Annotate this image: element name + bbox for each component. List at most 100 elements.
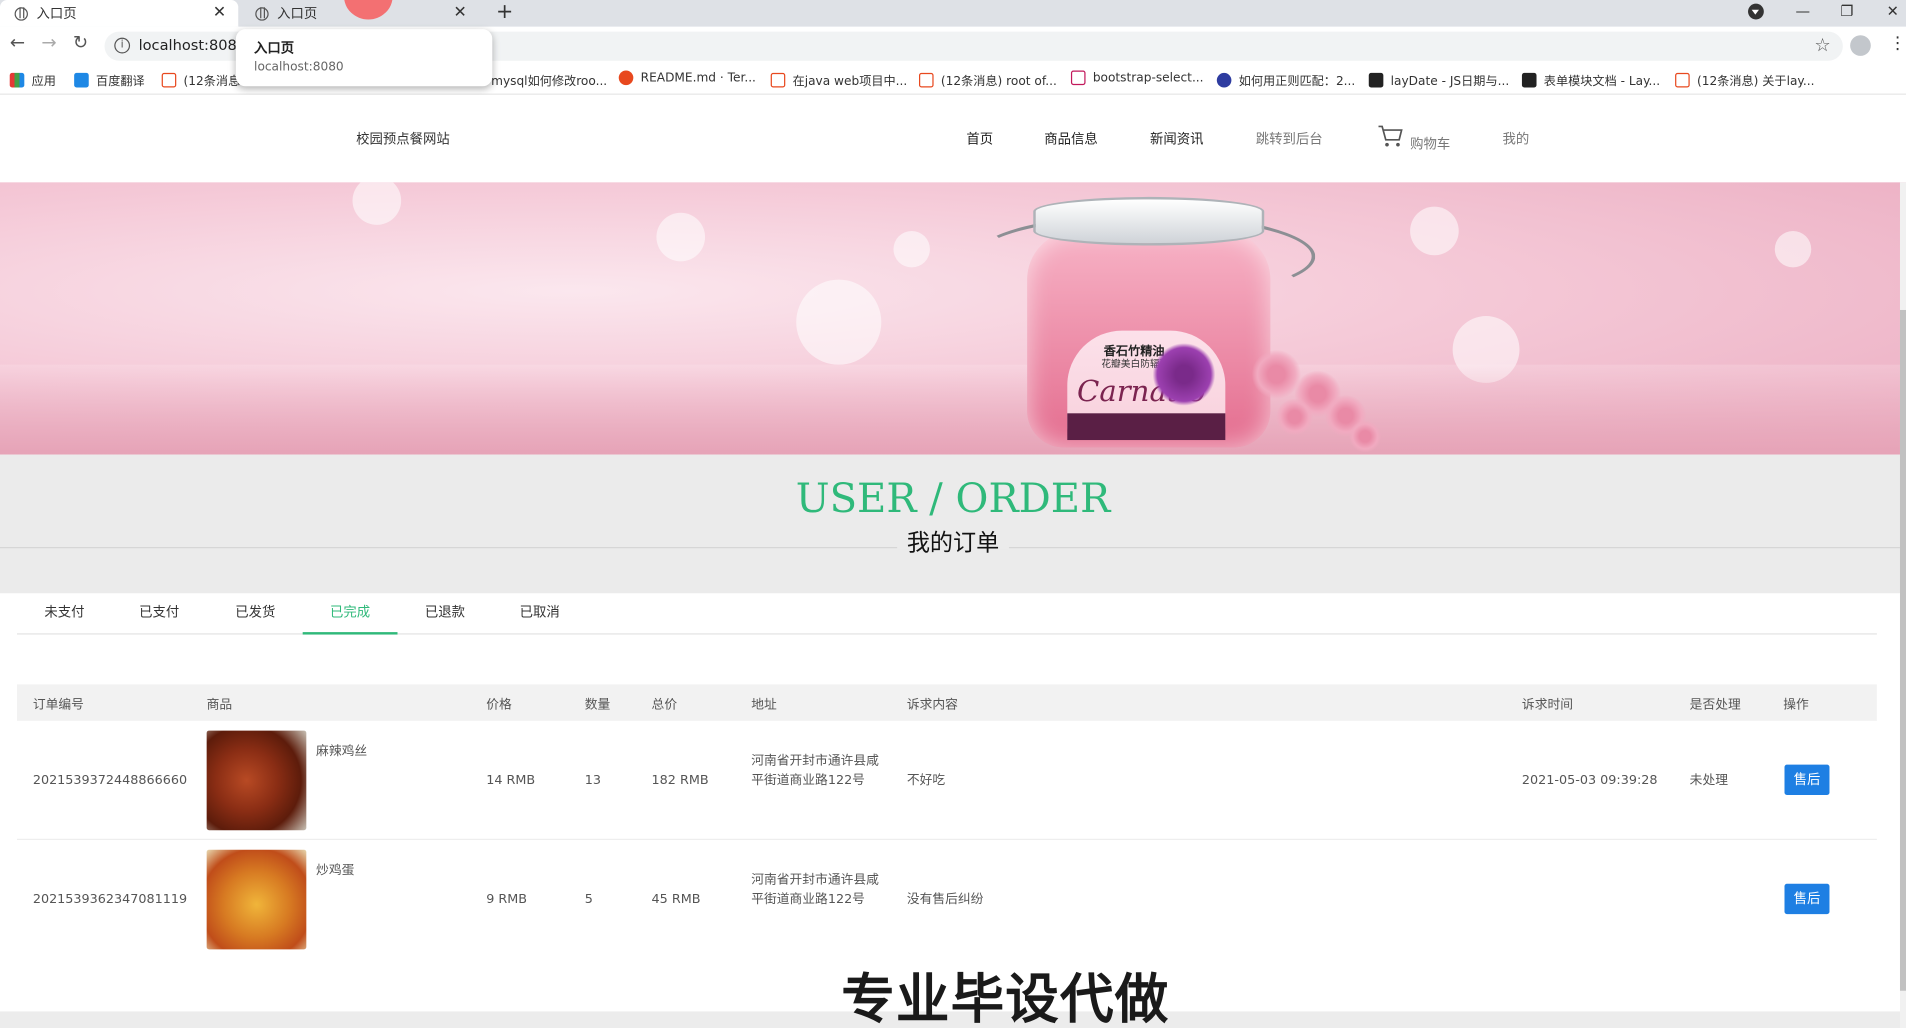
- close-tab-icon[interactable]: ✕: [213, 4, 226, 22]
- complaint: 没有售后纠纷: [906, 892, 984, 907]
- bookmark-label: 应用: [31, 75, 56, 89]
- bookmark-label: (12条消息: [183, 75, 241, 89]
- close-window-button[interactable]: ✕: [1887, 0, 1899, 22]
- bookmark-item[interactable]: (12条消息) root of...: [918, 71, 1057, 89]
- quantity: 13: [584, 773, 601, 788]
- rose-flower: [1276, 398, 1313, 436]
- site-title[interactable]: 校园预点餐网站: [356, 129, 450, 148]
- nav-mine[interactable]: 我的: [1502, 129, 1529, 148]
- layui-icon: [1521, 72, 1537, 87]
- restore-button[interactable]: ❐: [1840, 0, 1853, 22]
- site-header: 校园预点餐网站 首页 商品信息 新闻资讯 跳转到后台 购物车 我的: [0, 94, 1906, 183]
- bookmark-item[interactable]: layDate - JS日期与...: [1368, 71, 1509, 89]
- after-sale-button[interactable]: 售后: [1784, 883, 1830, 915]
- total: 45 RMB: [651, 892, 701, 907]
- total: 182 RMB: [651, 773, 709, 788]
- tab-refunded[interactable]: 已退款: [398, 593, 493, 634]
- scrollbar-thumb[interactable]: [1899, 309, 1906, 991]
- tab-completed[interactable]: 已完成: [302, 593, 398, 635]
- jar-lid: [1033, 196, 1265, 246]
- bokeh-light: [656, 212, 706, 262]
- bookmark-label: 表单模块文档 - Lay...: [1543, 75, 1661, 89]
- bookmark-item[interactable]: 如何用正则匹配：2...: [1216, 71, 1356, 89]
- bookmark-item[interactable]: 百度翻译: [74, 71, 145, 89]
- bookmark-item[interactable]: 表单模块文档 - Lay...: [1521, 71, 1661, 89]
- tab-shipped[interactable]: 已发货: [208, 593, 303, 634]
- browser-tab-1[interactable]: 入口页 ✕: [0, 0, 239, 27]
- bookmark-apps[interactable]: 应用: [9, 71, 56, 89]
- new-tab-button[interactable]: +: [496, 0, 513, 24]
- tab-unpaid[interactable]: 未支付: [17, 593, 112, 634]
- csdn-icon: [918, 72, 934, 87]
- handled-status: 未处理: [1689, 773, 1728, 788]
- order-status-tabs: 未支付 已支付 已发货 已完成 已退款 已取消: [17, 593, 1877, 635]
- close-tab-icon[interactable]: ✕: [454, 4, 467, 22]
- rose-flower: [1349, 420, 1381, 453]
- bookmark-item[interactable]: (12条消息: [161, 71, 241, 89]
- bookmark-label: README.md · Ter...: [640, 71, 756, 85]
- bookmark-item[interactable]: 在java web项目中...: [770, 71, 907, 89]
- reload-icon[interactable]: ↻: [73, 32, 88, 54]
- order-id: 2021539362347081119: [32, 892, 188, 907]
- bookmark-star-icon[interactable]: ☆: [1814, 34, 1830, 56]
- bookmark-item[interactable]: mysql如何修改roo...: [491, 71, 608, 89]
- bookmark-item[interactable]: bootstrap-select...: [1070, 70, 1204, 86]
- table-row: 2021539362347081119 炒鸡蛋 9 RMB 5 45 RMB 河…: [17, 841, 1877, 959]
- minimize-button[interactable]: —: [1795, 0, 1810, 22]
- forward-icon[interactable]: →: [41, 32, 56, 54]
- product-image: [206, 849, 307, 950]
- banner-floor: [0, 364, 1906, 455]
- complaint: 不好吃: [906, 773, 946, 788]
- bookmark-label: (12条消息) root of...: [940, 75, 1057, 89]
- bookmark-label: 百度翻译: [96, 75, 145, 89]
- info-icon[interactable]: i: [114, 37, 131, 54]
- col-complaint-time: 诉求时间: [1521, 697, 1573, 713]
- order-heading-section: USER / ORDER 我的订单: [0, 454, 1906, 594]
- address: 河南省开封市通许县咸平街道商业路122号: [751, 872, 879, 907]
- tab-cancelled[interactable]: 已取消: [492, 593, 587, 634]
- product-name[interactable]: 麻辣鸡丝: [316, 742, 367, 761]
- product-name[interactable]: 炒鸡蛋: [316, 861, 354, 880]
- watermark-text: 专业毕设代做: [841, 968, 1170, 1028]
- bookmark-label: 如何用正则匹配：2...: [1238, 75, 1356, 89]
- profile-avatar-icon[interactable]: [1850, 35, 1871, 56]
- col-price: 价格: [486, 697, 512, 713]
- back-icon[interactable]: ←: [10, 32, 25, 54]
- tab-hover-card: 入口页 localhost:8080: [235, 29, 493, 87]
- nav-home[interactable]: 首页: [966, 129, 993, 148]
- nav-products[interactable]: 商品信息: [1044, 129, 1097, 148]
- col-total: 总价: [651, 697, 678, 713]
- price: 9 RMB: [486, 892, 528, 907]
- bokeh-light: [893, 230, 930, 268]
- csdn-icon: [1675, 72, 1690, 87]
- tab-search-icon[interactable]: [1748, 3, 1764, 20]
- col-quantity: 数量: [584, 697, 611, 713]
- bookmark-label: (12条消息) 关于lay...: [1696, 75, 1815, 89]
- bokeh-light: [352, 182, 402, 225]
- after-sale-button[interactable]: 售后: [1784, 764, 1830, 796]
- tab-paid[interactable]: 已支付: [112, 593, 207, 634]
- tab-title: 入口页: [277, 6, 318, 22]
- label-band: [1067, 413, 1226, 441]
- nav-admin[interactable]: 跳转到后台: [1256, 129, 1323, 148]
- tab-title: 入口页: [36, 6, 77, 22]
- nav-cart[interactable]: 购物车: [1410, 134, 1450, 153]
- bookmark-item[interactable]: (12条消息) 关于lay...: [1675, 71, 1814, 89]
- col-action: 操作: [1783, 697, 1809, 713]
- order-heading-zh: 我的订单: [906, 530, 1000, 557]
- hover-card-url: localhost:8080: [254, 60, 344, 75]
- hover-card-title: 入口页: [254, 40, 295, 56]
- col-product: 商品: [206, 697, 233, 713]
- bookmark-label: bootstrap-select...: [1092, 71, 1204, 85]
- nav-news[interactable]: 新闻资讯: [1150, 129, 1203, 148]
- browser-tab-bar: 入口页 ✕ 入口页 ✕ + — ❐ ✕: [0, 0, 1906, 27]
- browser-menu-icon[interactable]: ⋮: [1889, 34, 1906, 53]
- bookmark-label: mysql如何修改roo...: [491, 75, 608, 89]
- bokeh-light: [1410, 206, 1459, 256]
- product-name: 香石竹精油: [1103, 345, 1165, 359]
- bootstrap-icon: [1070, 70, 1086, 86]
- cart-icon[interactable]: [1377, 124, 1404, 148]
- url-text: localhost:8080: [138, 36, 247, 54]
- bokeh-light: [1774, 230, 1812, 268]
- bookmark-item[interactable]: README.md · Ter...: [618, 70, 756, 86]
